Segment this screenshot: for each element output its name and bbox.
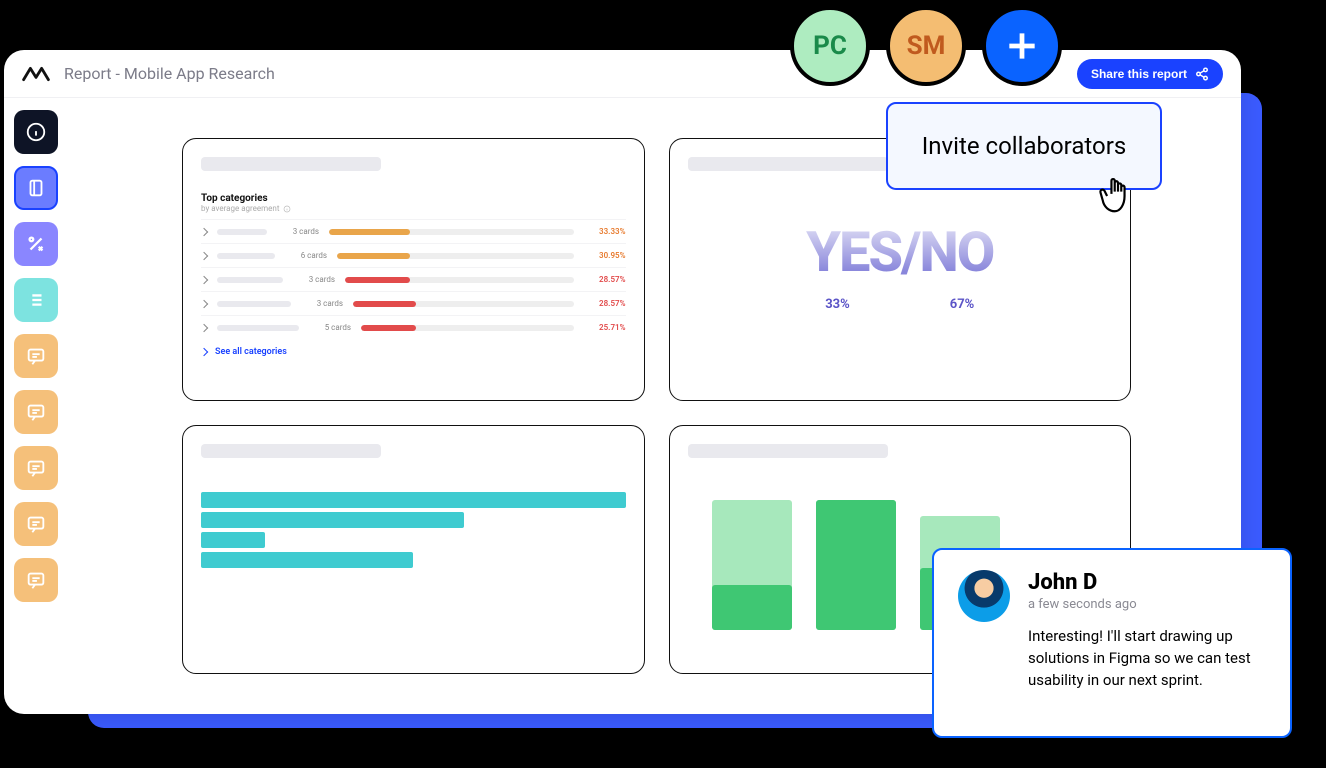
card-hbar-chart[interactable] <box>182 425 645 674</box>
add-collaborator-button[interactable] <box>982 6 1062 86</box>
share-report-button[interactable]: Share this report <box>1077 59 1223 89</box>
category-row[interactable]: 3 cards 28.57% <box>201 291 626 315</box>
hbar <box>201 532 265 548</box>
card-count: 3 cards <box>293 275 335 284</box>
agreement-bar <box>361 325 574 331</box>
info-icon <box>283 205 291 213</box>
chevron-right-icon <box>200 227 208 235</box>
agreement-pct: 33.33% <box>584 227 626 236</box>
agreement-pct: 30.95% <box>584 251 626 260</box>
agreement-bar <box>337 253 574 259</box>
skeleton-line <box>201 157 381 171</box>
collaborator-avatar-pc[interactable]: PC <box>790 6 870 86</box>
page-title: Report - Mobile App Research <box>64 64 275 83</box>
chat-icon <box>25 401 47 423</box>
share-icon <box>1195 67 1209 81</box>
percent-icon <box>25 233 47 255</box>
share-button-label: Share this report <box>1091 67 1187 81</box>
chat-icon <box>25 513 47 535</box>
chat-icon <box>25 569 47 591</box>
card-top-categories[interactable]: Top categories by average agreement 3 ca… <box>182 138 645 401</box>
skeleton-label <box>217 325 299 331</box>
card-count: 3 cards <box>301 299 343 308</box>
comment-time: a few seconds ago <box>1028 597 1266 612</box>
see-all-categories-link[interactable]: See all categories <box>201 347 626 357</box>
yes-no-headline: YES/NO <box>688 219 1113 285</box>
no-percent: 67% <box>950 297 975 312</box>
skeleton-label <box>217 253 275 259</box>
agreement-pct: 28.57% <box>584 275 626 284</box>
sidebar-item-comment-1[interactable] <box>14 334 58 378</box>
hbar-chart <box>201 480 626 568</box>
card-icon <box>25 177 47 199</box>
yes-percent: 33% <box>825 297 850 312</box>
agreement-pct: 28.57% <box>584 299 626 308</box>
top-categories-subtitle: by average agreement <box>201 204 626 213</box>
card-count: 6 cards <box>285 251 327 260</box>
agreement-bar <box>353 301 574 307</box>
sidebar-item-comment-4[interactable] <box>14 502 58 546</box>
chevron-right-icon <box>200 275 208 283</box>
sidebar-item-list[interactable] <box>14 278 58 322</box>
green-bar-column <box>816 480 896 630</box>
hbar <box>201 552 413 568</box>
skeleton-line <box>688 444 888 458</box>
agreement-pct: 25.71% <box>584 323 626 332</box>
skeleton-label <box>217 277 283 283</box>
hbar <box>201 492 626 508</box>
category-row[interactable]: 6 cards 30.95% <box>201 243 626 267</box>
chat-icon <box>25 457 47 479</box>
category-row[interactable]: 3 cards 33.33% <box>201 219 626 243</box>
sidebar-item-comment-3[interactable] <box>14 446 58 490</box>
agreement-bar <box>345 277 574 283</box>
hbar <box>201 512 464 528</box>
list-icon <box>25 289 47 311</box>
skeleton-line <box>201 444 381 458</box>
sidebar-item-comment-2[interactable] <box>14 390 58 434</box>
chat-icon <box>25 345 47 367</box>
category-row[interactable]: 5 cards 25.71% <box>201 315 626 339</box>
skeleton-label <box>217 301 291 307</box>
sidebar <box>4 98 72 714</box>
comment-avatar <box>958 570 1010 622</box>
sidebar-item-report[interactable] <box>14 166 58 210</box>
chevron-right-icon <box>200 348 208 356</box>
comment-author: John D <box>1028 570 1266 595</box>
chevron-right-icon <box>200 251 208 259</box>
card-count: 3 cards <box>277 227 319 236</box>
sidebar-item-percent[interactable] <box>14 222 58 266</box>
skeleton-line <box>688 157 888 171</box>
skeleton-label <box>217 229 267 235</box>
cursor-hand-icon <box>1096 172 1140 220</box>
category-row[interactable]: 3 cards 28.57% <box>201 267 626 291</box>
plus-icon <box>1003 27 1041 65</box>
agreement-bar <box>329 229 574 235</box>
card-count: 5 cards <box>309 323 351 332</box>
info-icon <box>25 121 47 143</box>
sidebar-item-info[interactable] <box>14 110 58 154</box>
comment-card[interactable]: John D a few seconds ago Interesting! I'… <box>932 548 1292 738</box>
chevron-right-icon <box>200 323 208 331</box>
top-categories-title: Top categories <box>201 193 626 204</box>
comment-body: Interesting! I'll start drawing up solut… <box>1028 626 1266 691</box>
maze-logo-icon <box>22 65 50 83</box>
green-bar-column <box>712 480 792 630</box>
sidebar-item-comment-5[interactable] <box>14 558 58 602</box>
collaborator-avatar-sm[interactable]: SM <box>886 6 966 86</box>
chevron-right-icon <box>200 299 208 307</box>
